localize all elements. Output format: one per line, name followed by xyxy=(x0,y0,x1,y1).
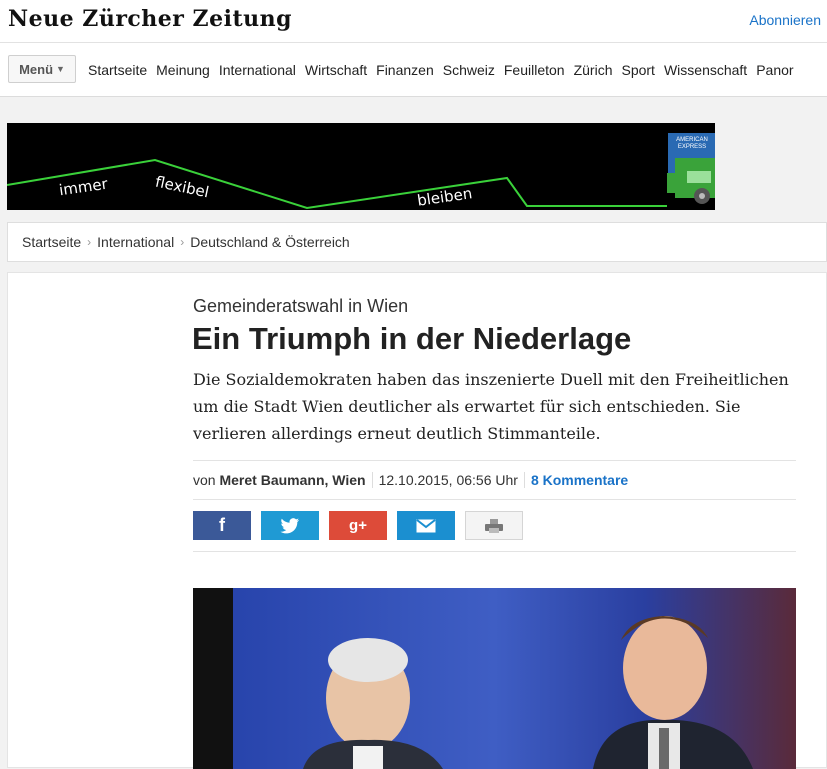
nav-items: Startseite Meinung International Wirtsch… xyxy=(88,62,794,78)
print-button[interactable] xyxy=(465,511,523,540)
comments-link[interactable]: 8 Kommentare xyxy=(531,472,628,488)
breadcrumb-startseite[interactable]: Startseite xyxy=(22,234,81,250)
meta-divider xyxy=(371,472,373,488)
main-nav: Menü ▼ Startseite Meinung International … xyxy=(0,42,827,97)
divider xyxy=(193,551,796,552)
article-meta: von Meret Baumann, Wien 12.10.2015, 06:5… xyxy=(193,460,796,500)
subscribe-link[interactable]: Abonnieren xyxy=(749,12,821,28)
article-lead: Die Sozialdemokraten haben das inszenier… xyxy=(193,370,789,443)
print-icon xyxy=(485,518,503,533)
share-bar: f g+ xyxy=(193,511,523,540)
nav-item-panorama[interactable]: Panor xyxy=(756,62,793,78)
share-googleplus-button[interactable]: g+ xyxy=(329,511,387,540)
share-facebook-button[interactable]: f xyxy=(193,511,251,540)
breadcrumb-international[interactable]: International xyxy=(97,234,174,250)
truck-icon xyxy=(667,158,715,204)
photo-graphic xyxy=(193,588,796,769)
menu-button-label: Menü xyxy=(19,61,54,77)
google-plus-icon: g+ xyxy=(349,517,367,534)
nav-item-wissenschaft[interactable]: Wissenschaft xyxy=(664,62,747,78)
mail-icon xyxy=(416,518,436,532)
article-kicker: Gemeinderatswahl in Wien xyxy=(193,296,409,316)
breadcrumb-deutschland-oesterreich[interactable]: Deutschland & Österreich xyxy=(190,234,350,250)
nav-item-finanzen[interactable]: Finanzen xyxy=(376,62,434,78)
site-logo[interactable]: Neue Zürcher Zeitung xyxy=(8,6,292,32)
menu-button[interactable]: Menü ▼ xyxy=(8,55,76,83)
facebook-icon: f xyxy=(219,515,225,535)
article-photo[interactable] xyxy=(193,588,796,769)
breadcrumb: Startseite › International › Deutschland… xyxy=(7,222,827,262)
article-title: Ein Triumph in der Niederlage xyxy=(192,321,632,356)
publish-datetime: 12.10.2015, 06:56 Uhr xyxy=(378,472,518,488)
nav-item-meinung[interactable]: Meinung xyxy=(156,62,210,78)
caret-down-icon: ▼ xyxy=(56,64,65,74)
nav-item-feuilleton[interactable]: Feuilleton xyxy=(504,62,565,78)
chevron-right-icon: › xyxy=(180,235,185,249)
share-email-button[interactable] xyxy=(397,511,455,540)
ad-banner[interactable]: immer flexibel bleiben AMERICAN EXPRESS xyxy=(7,123,715,210)
meta-divider xyxy=(523,472,525,488)
chevron-right-icon: › xyxy=(87,235,92,249)
nav-item-international[interactable]: International xyxy=(219,62,296,78)
nav-item-sport[interactable]: Sport xyxy=(621,62,654,78)
share-twitter-button[interactable] xyxy=(261,511,319,540)
article-container: Gemeinderatswahl in Wien Ein Triumph in … xyxy=(7,272,827,769)
nav-item-wirtschaft[interactable]: Wirtschaft xyxy=(305,62,367,78)
byline-prefix: von xyxy=(193,472,216,488)
nav-item-zuerich[interactable]: Zürich xyxy=(574,62,613,78)
site-header: Neue Zürcher Zeitung Abonnieren xyxy=(0,0,827,42)
twitter-icon xyxy=(280,517,299,533)
nav-item-schweiz[interactable]: Schweiz xyxy=(443,62,495,78)
nav-item-startseite[interactable]: Startseite xyxy=(88,62,147,78)
author-name[interactable]: Meret Baumann, Wien xyxy=(219,472,365,488)
